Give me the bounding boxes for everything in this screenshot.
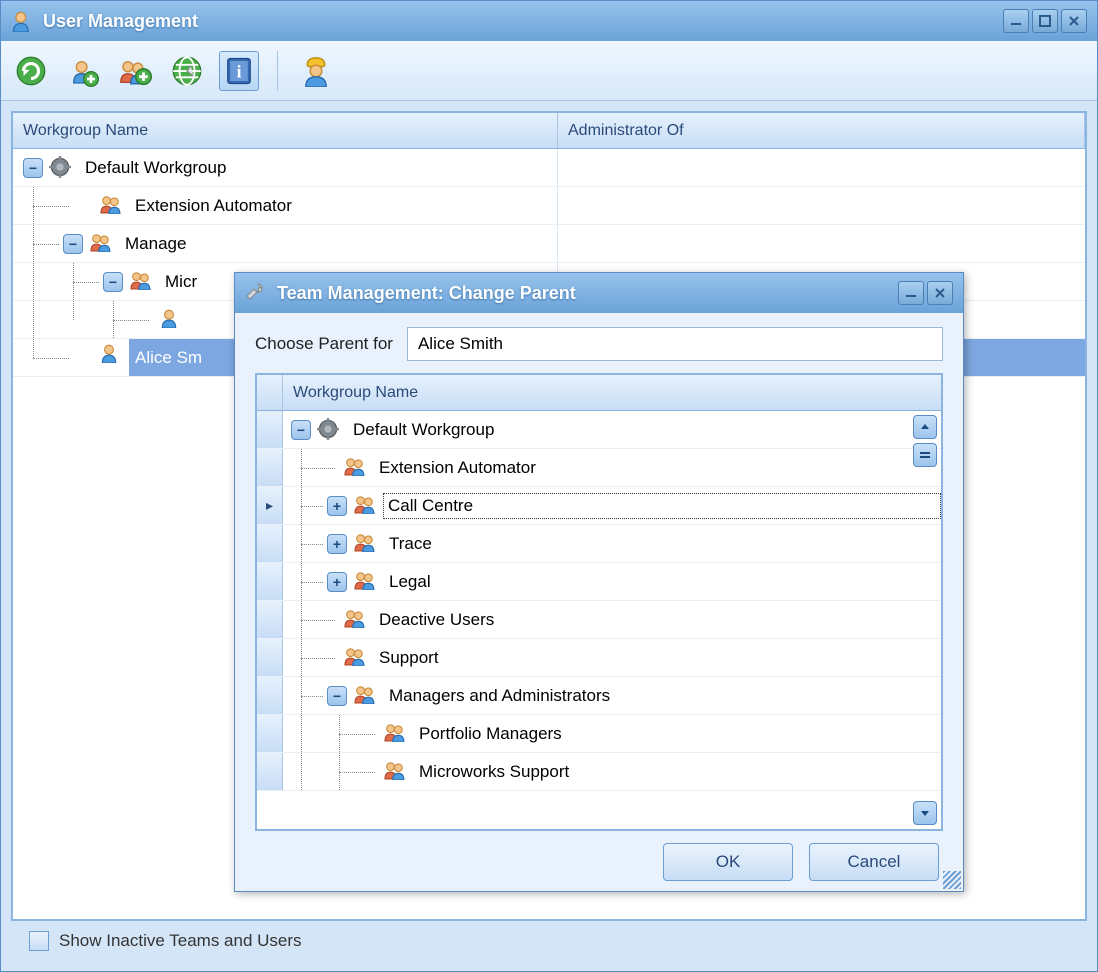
- collapse-icon[interactable]: −: [291, 420, 311, 440]
- group-icon: [99, 194, 123, 218]
- window-title: User Management: [43, 11, 1003, 32]
- node-label: Extension Automator: [129, 192, 298, 220]
- show-inactive-row: Show Inactive Teams and Users: [11, 921, 1087, 961]
- gear-icon: [317, 418, 341, 442]
- scroll-thumb[interactable]: [913, 443, 937, 467]
- d-row-legal[interactable]: + Legal: [257, 563, 941, 601]
- close-button[interactable]: [1061, 9, 1087, 33]
- contractor-button[interactable]: [296, 51, 336, 91]
- ok-button[interactable]: OK: [663, 843, 793, 881]
- expand-icon[interactable]: +: [327, 496, 347, 516]
- dialog-title: Team Management: Change Parent: [277, 283, 898, 304]
- choose-parent-label: Choose Parent for: [255, 334, 393, 354]
- dialog-minimize-button[interactable]: [898, 281, 924, 305]
- d-row-default[interactable]: − Default Workgroup: [257, 411, 941, 449]
- expand-icon[interactable]: +: [327, 534, 347, 554]
- maximize-button[interactable]: [1032, 9, 1058, 33]
- dialog-tree-grid: Workgroup Name − Default Workgroup: [255, 373, 943, 831]
- node-label: Legal: [383, 568, 437, 596]
- globe-button[interactable]: [167, 51, 207, 91]
- titlebar[interactable]: User Management: [1, 1, 1097, 41]
- node-label: Default Workgroup: [347, 416, 500, 444]
- toolbar-separator: [277, 51, 278, 91]
- svg-text:i: i: [237, 61, 242, 81]
- resize-grip[interactable]: [943, 871, 961, 889]
- group-icon: [343, 456, 367, 480]
- group-icon: [353, 570, 377, 594]
- node-label: Deactive Users: [373, 606, 500, 634]
- show-inactive-label: Show Inactive Teams and Users: [59, 931, 302, 951]
- tree-row-extension[interactable]: Extension Automator: [13, 187, 1085, 225]
- parent-for-input[interactable]: [407, 327, 943, 361]
- expand-icon[interactable]: +: [327, 572, 347, 592]
- show-inactive-checkbox[interactable]: [29, 931, 49, 951]
- d-row-portfolio[interactable]: Portfolio Managers: [257, 715, 941, 753]
- group-icon: [343, 646, 367, 670]
- column-workgroup-name[interactable]: Workgroup Name: [13, 113, 558, 148]
- d-row-trace[interactable]: + Trace: [257, 525, 941, 563]
- change-parent-dialog: Team Management: Change Parent Choose Pa…: [234, 272, 964, 892]
- column-administrator-of[interactable]: Administrator Of: [558, 113, 1085, 148]
- gutter-header: [257, 375, 283, 410]
- scroll-down-button[interactable]: [913, 801, 937, 825]
- collapse-icon[interactable]: −: [63, 234, 83, 254]
- d-row-microworks[interactable]: Microworks Support: [257, 753, 941, 791]
- user-icon: [99, 339, 123, 376]
- dialog-column-name[interactable]: Workgroup Name: [283, 378, 428, 408]
- collapse-icon[interactable]: −: [327, 686, 347, 706]
- group-icon: [129, 270, 153, 294]
- group-icon: [383, 722, 407, 746]
- row-indicator-icon: ▸: [257, 487, 283, 524]
- add-user-button[interactable]: [63, 51, 103, 91]
- node-label: Default Workgroup: [79, 154, 232, 182]
- info-button[interactable]: i: [219, 51, 259, 91]
- group-icon: [89, 232, 113, 256]
- dialog-tree-body[interactable]: − Default Workgroup Extension Automator: [257, 411, 941, 829]
- gear-icon: [49, 156, 73, 180]
- scroll-up-button[interactable]: [913, 415, 937, 439]
- node-label: Call Centre: [383, 493, 941, 519]
- node-label: Alice Sm: [129, 344, 208, 372]
- tree-row-managers[interactable]: − Manage: [13, 225, 1085, 263]
- group-icon: [343, 608, 367, 632]
- node-label: Manage: [119, 230, 192, 258]
- node-label: Extension Automator: [373, 454, 542, 482]
- node-label: Managers and Administrators: [383, 682, 616, 710]
- user-icon: [159, 308, 183, 332]
- group-icon: [353, 494, 377, 518]
- group-icon: [353, 532, 377, 556]
- node-label: Support: [373, 644, 445, 672]
- dialog-close-button[interactable]: [927, 281, 953, 305]
- node-label: Portfolio Managers: [413, 720, 568, 748]
- minimize-button[interactable]: [1003, 9, 1029, 33]
- refresh-button[interactable]: [11, 51, 51, 91]
- grid-header: Workgroup Name Administrator Of: [13, 113, 1085, 149]
- dialog-titlebar[interactable]: Team Management: Change Parent: [235, 273, 963, 313]
- wrench-icon: [245, 282, 267, 304]
- node-label: Micr: [159, 268, 203, 296]
- d-row-managers[interactable]: − Managers and Administrators: [257, 677, 941, 715]
- node-label: Microworks Support: [413, 758, 575, 786]
- cancel-button[interactable]: Cancel: [809, 843, 939, 881]
- add-group-button[interactable]: [115, 51, 155, 91]
- d-row-call[interactable]: ▸ + Call Centre: [257, 487, 941, 525]
- d-row-deactive[interactable]: Deactive Users: [257, 601, 941, 639]
- d-row-ext[interactable]: Extension Automator: [257, 449, 941, 487]
- tree-row-default[interactable]: − Default Workgroup: [13, 149, 1085, 187]
- toolbar: i: [1, 41, 1097, 101]
- collapse-icon[interactable]: −: [23, 158, 43, 178]
- collapse-icon[interactable]: −: [103, 272, 123, 292]
- group-icon: [353, 684, 377, 708]
- user-icon: [11, 10, 33, 32]
- group-icon: [383, 760, 407, 784]
- d-row-support[interactable]: Support: [257, 639, 941, 677]
- node-label: Trace: [383, 530, 438, 558]
